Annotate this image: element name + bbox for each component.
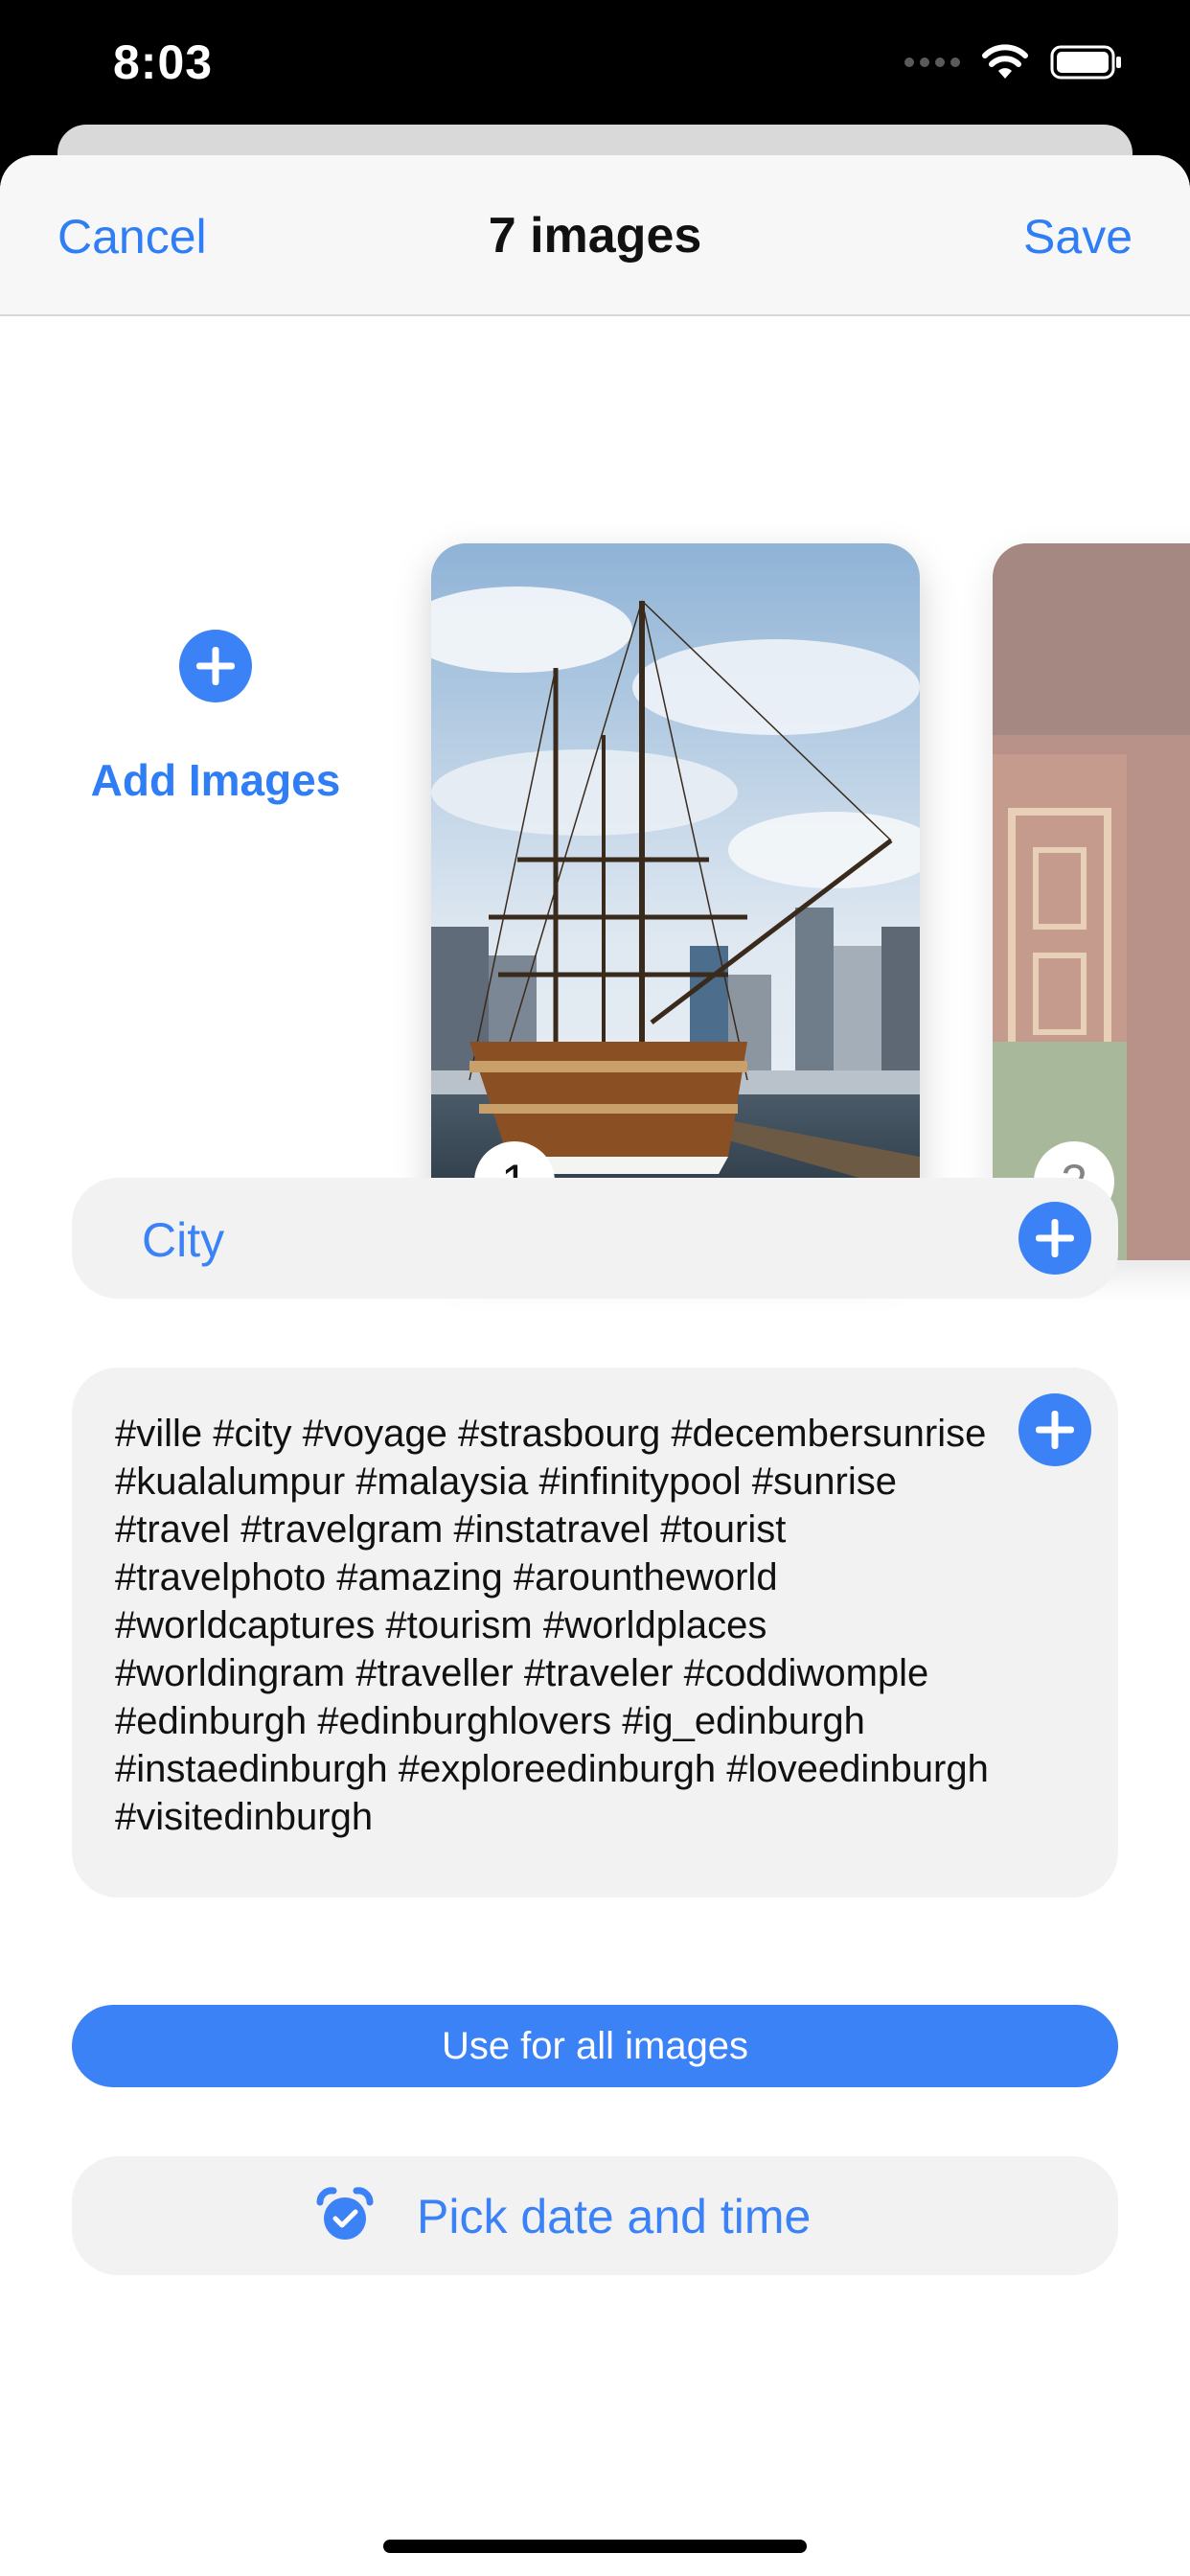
hashtags-text: #ville #city #voyage #strasbourg #decemb…: [115, 1413, 989, 1838]
alarm-clock-icon: [316, 2187, 374, 2240]
status-time: 8:03: [113, 35, 214, 89]
add-city-icon[interactable]: [1018, 1202, 1091, 1275]
wifi-icon: [982, 44, 1028, 79]
battery-icon: [1050, 45, 1121, 80]
page-title: 7 images: [488, 208, 702, 264]
cellular-signal-icon: [904, 58, 960, 67]
status-bar: 8:03: [0, 0, 1190, 134]
city-label: City: [142, 1213, 225, 1267]
status-icons: [904, 44, 1123, 80]
add-images-label: Add Images: [90, 755, 341, 805]
pick-date-button[interactable]: Pick date and time: [72, 2156, 1118, 2275]
plus-icon: [179, 630, 252, 702]
city-field[interactable]: City: [72, 1178, 1118, 1299]
nav-bar: Cancel 7 images Save: [0, 155, 1190, 316]
image-card-1[interactable]: 1: [431, 543, 920, 1260]
hashtags-field[interactable]: #ville #city #voyage #strasbourg #decemb…: [72, 1368, 1118, 1898]
use-for-all-images-button[interactable]: Use for all images: [72, 2005, 1118, 2087]
save-button[interactable]: Save: [1023, 209, 1133, 264]
pick-date-label: Pick date and time: [417, 2190, 812, 2243]
add-hashtags-icon[interactable]: [1018, 1393, 1091, 1466]
image-card-2[interactable]: 2: [993, 543, 1190, 1260]
home-indicator[interactable]: [383, 2540, 807, 2553]
add-images-button[interactable]: Add Images: [57, 630, 374, 879]
modal-sheet: Cancel 7 images Save Add Images City #vi…: [0, 155, 1190, 2576]
